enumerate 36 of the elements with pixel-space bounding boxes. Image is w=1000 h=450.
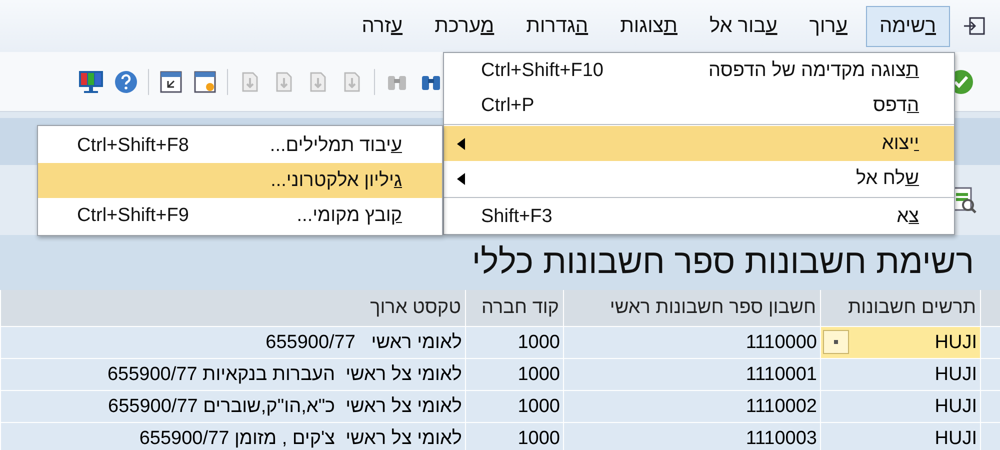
column-header[interactable]: טקסט ארוך [0,290,465,327]
table-cell: לאומי ראשי 655900/77 [0,327,465,359]
menu-item[interactable]: עבור אל [696,6,792,46]
table-cell: לאומי צל ראשי כ"א,הו"ק,שוברים 655900/77 [0,391,465,423]
table-cell[interactable]: HUJI [820,391,980,423]
table-cell: 1000 [465,327,563,359]
row-selector-header[interactable] [980,290,1000,327]
table-cell: 1110001 [563,359,820,391]
table-cell: 1110002 [563,391,820,423]
menu-item[interactable]: תצוגות [606,6,692,46]
menu-item[interactable]: רשימה [866,6,950,46]
table-cell: 1110000 [563,327,820,359]
table-cell: לאומי צל ראשי העברות בנקאיות 655900/77 [0,359,465,391]
menu-option[interactable]: גיליון אלקטרוני... [38,163,442,198]
menu-item[interactable]: מערכת [420,6,508,46]
menu-option[interactable]: ייצוא [444,126,954,161]
table-cell[interactable]: HUJI [820,359,980,391]
menu-item[interactable]: ערוך [795,6,862,46]
help-icon[interactable] [114,70,138,94]
monitor-icon[interactable] [78,70,104,94]
window-icon[interactable] [159,70,183,94]
table-cell[interactable]: HUJI [820,327,980,359]
column-header[interactable]: חשבון ספר חשבונות ראשי [563,290,820,327]
column-header[interactable]: קוד חברה [465,290,563,327]
exit-icon[interactable] [962,16,986,36]
menu-item[interactable]: עזרה [348,6,417,46]
menu-item[interactable]: הגדרות [512,6,602,46]
window-icon[interactable] [193,70,217,94]
submenu-arrow-icon [457,138,465,150]
menu-option[interactable]: שלח אל [444,161,954,196]
report-heading: רשימת חשבונות ספר חשבונות כללי [472,243,974,282]
table-cell: 1000 [465,359,563,391]
column-header[interactable]: תרשים חשבונות [820,290,980,327]
table-cell: 1000 [465,391,563,423]
value-help-button[interactable] [823,330,849,354]
submenu-arrow-icon [457,172,465,184]
